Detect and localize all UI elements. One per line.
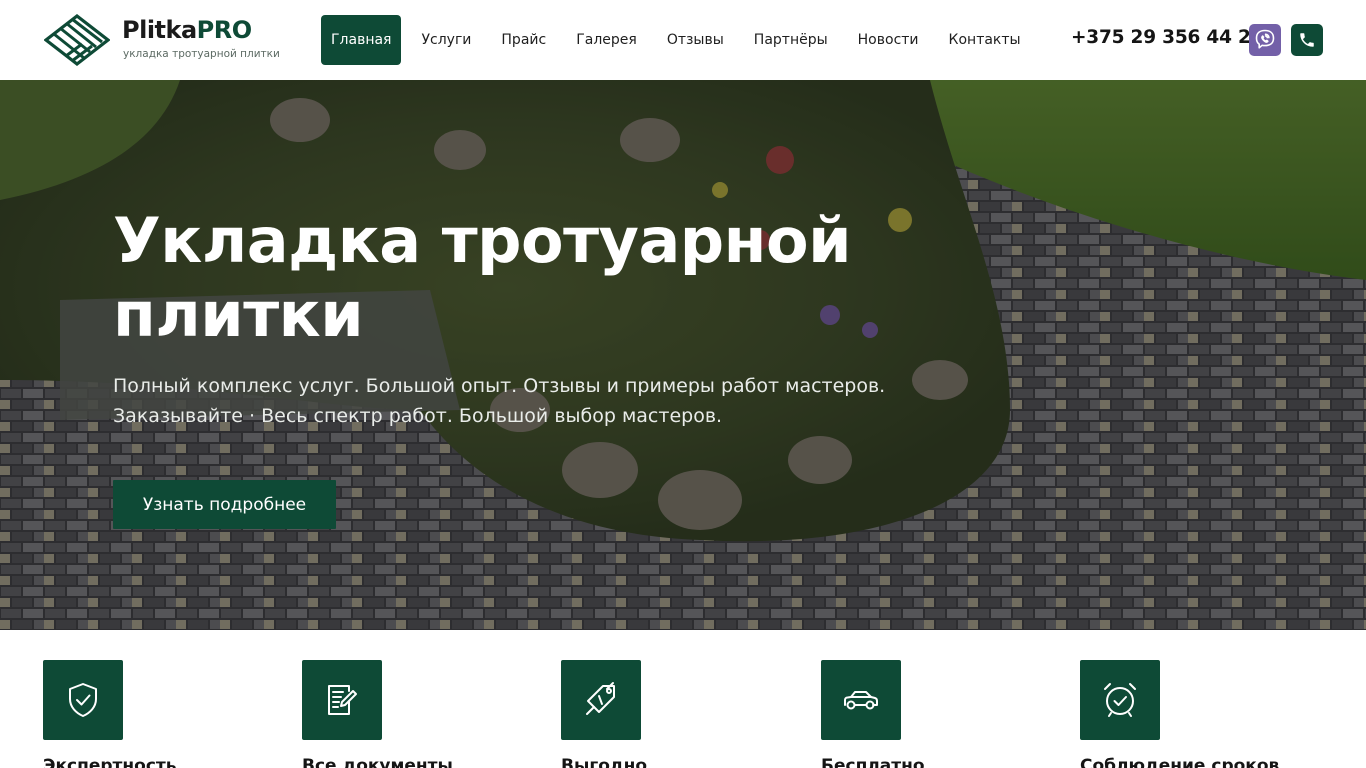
feature-icon-box xyxy=(1080,660,1160,740)
call-button[interactable] xyxy=(1291,24,1323,56)
hero-subtitle-line-2: Заказывайте · Весь спектр работ. Большой… xyxy=(113,405,723,427)
nav-item-services[interactable]: Услуги xyxy=(411,15,481,65)
nav-item-news[interactable]: Новости xyxy=(848,15,929,65)
feature-documents: Все документы xyxy=(302,660,542,768)
hero-subtitle: Полный комплекс услуг. Большой опыт. Отз… xyxy=(113,371,1013,431)
feature-profitable: Выгодно xyxy=(561,660,801,768)
viber-button[interactable] xyxy=(1249,24,1281,56)
nav-item-gallery[interactable]: Галерея xyxy=(566,15,647,65)
feature-title: Экспертность xyxy=(43,756,177,768)
logo-mark-icon xyxy=(44,14,110,66)
feature-title: Соблюдение сроков xyxy=(1080,756,1280,768)
phone-link[interactable]: +375 29 356 44 26 xyxy=(1071,27,1264,48)
feature-icon-box xyxy=(561,660,641,740)
nav-item-home[interactable]: Главная xyxy=(321,15,402,65)
viber-icon xyxy=(1255,29,1275,49)
logo-title-accent: PRO xyxy=(196,16,252,44)
feature-icon-box xyxy=(302,660,382,740)
document-edit-icon xyxy=(328,685,357,715)
price-tag-icon xyxy=(586,682,615,715)
feature-icon-box xyxy=(821,660,901,740)
nav-item-partners[interactable]: Партнёры xyxy=(744,15,838,65)
logo-title: PlitkaPRO xyxy=(122,16,252,44)
site-logo[interactable]: PlitkaPRO укладка тротуарной плитки xyxy=(44,14,280,66)
site-header: PlitkaPRO укладка тротуарной плитки Глав… xyxy=(0,0,1366,80)
hero-overlay xyxy=(0,80,1366,630)
feature-title: Бесплатно xyxy=(821,756,925,768)
feature-free: Бесплатно xyxy=(821,660,1061,768)
shield-check-icon xyxy=(69,683,97,717)
logo-subtitle: укладка тротуарной плитки xyxy=(123,48,280,60)
feature-icon-box xyxy=(43,660,123,740)
learn-more-button[interactable]: Узнать подробнее xyxy=(113,480,336,529)
alarm-clock-icon xyxy=(1104,683,1136,717)
car-icon xyxy=(844,691,878,710)
feature-expertise: Экспертность xyxy=(43,660,283,768)
feature-title: Все документы xyxy=(302,756,453,768)
feature-deadlines: Соблюдение сроков xyxy=(1080,660,1320,768)
hero-title: Укладка тротуарной плитки xyxy=(113,204,852,351)
nav-item-contacts[interactable]: Контакты xyxy=(939,15,1031,65)
hero-section: Укладка тротуарной плитки Полный комплек… xyxy=(0,80,1366,630)
feature-title: Выгодно xyxy=(561,756,648,768)
phone-icon xyxy=(1300,33,1314,47)
logo-title-main: Plitka xyxy=(122,16,197,44)
nav-item-price[interactable]: Прайс xyxy=(491,15,556,65)
main-nav: Главная Услуги Прайс Галерея Отзывы Парт… xyxy=(321,15,1041,65)
nav-item-reviews[interactable]: Отзывы xyxy=(657,15,734,65)
hero-subtitle-line-1: Полный комплекс услуг. Большой опыт. Отз… xyxy=(113,375,886,397)
features-section: Экспертность Все документы Выгодно Беспл… xyxy=(0,630,1366,768)
